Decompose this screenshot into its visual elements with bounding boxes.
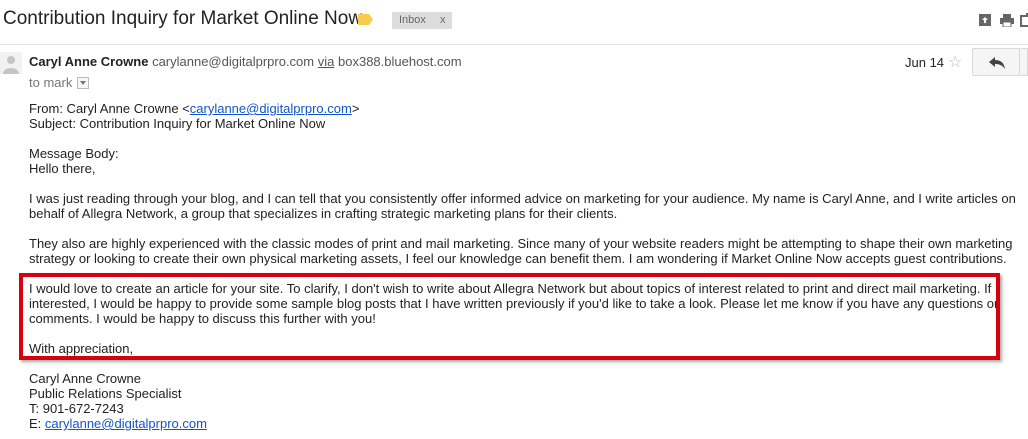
from-prefix: From: Caryl Anne Crowne < [29, 101, 190, 116]
label-tag-icon[interactable] [358, 14, 373, 25]
print-icon[interactable] [1000, 13, 1014, 27]
signature-email-prefix: E: [29, 416, 45, 431]
recipient-line: to mark [29, 75, 90, 90]
inbox-label-text: Inbox [399, 14, 426, 26]
highlight-box [19, 273, 1000, 360]
more-actions-button[interactable] [1020, 48, 1028, 76]
paragraph-2-line-1: They also are highly experienced with th… [29, 236, 1013, 251]
via-host: box388.bluehost.com [338, 54, 462, 69]
from-line: From: Caryl Anne Crowne <carylanne@digit… [29, 101, 359, 116]
from-email-link[interactable]: carylanne@digitalprpro.com [190, 101, 352, 116]
recipient-text: to mark [29, 75, 73, 90]
header-divider [0, 44, 1028, 45]
subject-line: Subject: Contribution Inquiry for Market… [29, 116, 326, 131]
avatar-icon [0, 52, 22, 74]
subject-bar: Contribution Inquiry for Market Online N… [0, 0, 1028, 44]
new-window-icon[interactable] [978, 13, 992, 27]
reply-icon [989, 57, 1005, 69]
show-details-dropdown-icon[interactable] [77, 76, 90, 89]
inbox-label-chip[interactable]: Inbox x [392, 12, 452, 29]
greeting: Hello there, [29, 161, 96, 176]
message-date: Jun 14 [905, 55, 945, 70]
star-icon[interactable]: ☆ [948, 52, 962, 72]
signature-phone: T: 901-672-7243 [29, 401, 124, 416]
signature-name: Caryl Anne Crowne [29, 371, 141, 386]
sender-line: Caryl Anne Crowne carylanne@digitalprpro… [29, 54, 462, 69]
email-subject-title: Contribution Inquiry for Market Online N… [3, 8, 363, 29]
from-suffix: > [351, 101, 360, 116]
signature-email-link[interactable]: carylanne@digitalprpro.com [45, 416, 207, 431]
paragraph-1-line-1: I was just reading through your blog, an… [29, 191, 1016, 206]
popout-icon[interactable] [1020, 13, 1028, 27]
sender-name[interactable]: Caryl Anne Crowne [29, 54, 148, 69]
message-body-label: Message Body: [29, 146, 119, 161]
sender-email: carylanne@digitalprpro.com [152, 54, 315, 69]
signature-title: Public Relations Specialist [29, 386, 182, 401]
via-link[interactable]: via [318, 54, 335, 69]
reply-button[interactable] [972, 48, 1020, 76]
remove-label-button[interactable]: x [440, 12, 446, 29]
paragraph-2-line-2: strategy or looking to create their own … [29, 251, 1007, 266]
signature-email-line: E: carylanne@digitalprpro.com [29, 416, 207, 431]
paragraph-1-line-2: behalf of Allegra Network, a group that … [29, 206, 618, 221]
